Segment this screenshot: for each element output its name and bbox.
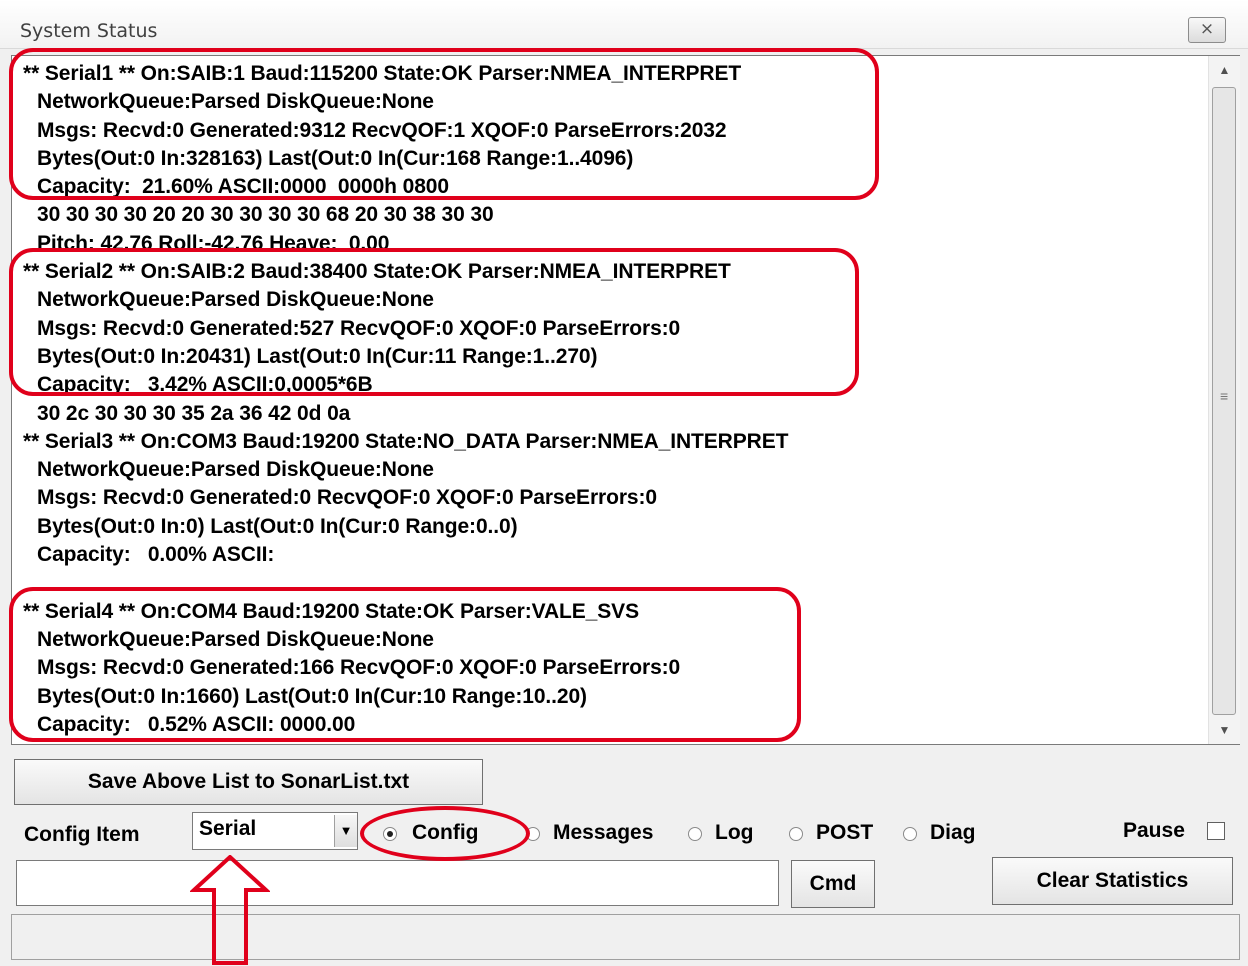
scroll-up-arrow-icon[interactable]: ▲ xyxy=(1209,56,1240,84)
system-status-window: System Status ⨯ ** Serial1 ** On:SAIB:1 … xyxy=(0,0,1248,966)
radio-post[interactable] xyxy=(789,827,803,841)
status-line: Capacity: 0.00% ASCII: xyxy=(37,543,275,567)
scroll-down-arrow-icon[interactable]: ▼ xyxy=(1209,716,1240,744)
status-line: Msgs: Recvd:0 Generated:166 RecvQOF:0 XQ… xyxy=(37,656,681,680)
status-line: Bytes(Out:0 In:0) Last(Out:0 In(Cur:0 Ra… xyxy=(37,514,518,538)
status-line: Msgs: Recvd:0 Generated:527 RecvQOF:0 XQ… xyxy=(37,316,681,340)
status-line: Capacity: 0.52% ASCII: 0000.00 xyxy=(37,712,356,736)
radio-messages-label[interactable]: Messages xyxy=(553,821,653,845)
radio-messages[interactable] xyxy=(526,827,540,841)
clear-statistics-button[interactable]: Clear Statistics xyxy=(992,857,1233,905)
status-line: Bytes(Out:0 In:328163) Last(Out:0 In(Cur… xyxy=(37,146,634,170)
radio-config[interactable] xyxy=(383,827,397,841)
status-line: Msgs: Recvd:0 Generated:9312 RecvQOF:1 X… xyxy=(37,118,727,142)
status-line: NetworkQueue:Parsed DiskQueue:None xyxy=(37,458,434,482)
status-line: 30 30 30 30 20 20 30 30 30 30 68 20 30 3… xyxy=(37,203,494,227)
status-lines: ** Serial1 ** On:SAIB:1 Baud:115200 Stat… xyxy=(23,60,788,739)
radio-log[interactable] xyxy=(688,827,702,841)
close-icon: ⨯ xyxy=(1199,19,1215,38)
config-item-label: Config Item xyxy=(24,823,140,846)
status-line: ** Serial1 ** On:SAIB:1 Baud:115200 Stat… xyxy=(23,62,742,85)
status-line: ** Serial4 ** On:COM4 Baud:19200 State:O… xyxy=(23,599,639,623)
status-line: ** Serial3 ** On:COM3 Baud:19200 State:N… xyxy=(23,429,789,453)
radio-diag[interactable] xyxy=(903,827,917,841)
status-line: ** Serial2 ** On:SAIB:2 Baud:38400 State… xyxy=(23,260,731,284)
save-list-button[interactable]: Save Above List to SonarList.txt xyxy=(14,759,483,805)
status-line: NetworkQueue:Parsed DiskQueue:None xyxy=(37,627,434,651)
status-line xyxy=(23,569,788,597)
cmd-button[interactable]: Cmd xyxy=(791,860,875,908)
chevron-down-icon[interactable]: ▼ xyxy=(334,815,357,847)
pause-checkbox[interactable] xyxy=(1207,822,1225,840)
close-button[interactable]: ⨯ xyxy=(1188,17,1226,43)
window-title: System Status xyxy=(20,20,158,42)
radio-post-label[interactable]: POST xyxy=(816,821,873,845)
radio-diag-label[interactable]: Diag xyxy=(930,821,976,845)
radio-config-label[interactable]: Config xyxy=(412,821,478,845)
grip-icon: ≡ xyxy=(1220,388,1229,404)
command-input[interactable] xyxy=(16,860,779,906)
vertical-scrollbar[interactable]: ▲ ≡ ▼ xyxy=(1208,56,1240,744)
config-item-value: Serial xyxy=(199,817,257,840)
status-line: Msgs: Recvd:0 Generated:0 RecvQOF:0 XQOF… xyxy=(37,486,657,510)
arrow-up-icon xyxy=(190,855,270,965)
status-line: Capacity: 21.60% ASCII:0000 0000h 0800 xyxy=(37,175,449,199)
status-line: NetworkQueue:Parsed DiskQueue:None xyxy=(37,288,434,312)
scroll-thumb[interactable]: ≡ xyxy=(1212,87,1236,715)
status-line: Bytes(Out:0 In:20431) Last(Out:0 In(Cur:… xyxy=(37,344,598,368)
status-line: 30 2c 30 30 30 35 2a 36 42 0d 0a xyxy=(37,401,351,425)
status-line: NetworkQueue:Parsed DiskQueue:None xyxy=(37,90,434,114)
status-line: Pitch: 42.76 Roll:-42.76 Heave: 0.00 xyxy=(37,231,390,255)
status-line: Capacity: 3.42% ASCII:0,0005*6B xyxy=(37,373,373,397)
title-bar: System Status ⨯ xyxy=(0,0,1248,49)
status-line: Bytes(Out:0 In:1660) Last(Out:0 In(Cur:1… xyxy=(37,684,587,708)
radio-log-label[interactable]: Log xyxy=(715,821,753,845)
pause-label: Pause xyxy=(1123,819,1185,842)
config-item-select[interactable]: Serial ▼ xyxy=(192,812,358,850)
status-listbox[interactable]: ** Serial1 ** On:SAIB:1 Baud:115200 Stat… xyxy=(11,55,1240,745)
